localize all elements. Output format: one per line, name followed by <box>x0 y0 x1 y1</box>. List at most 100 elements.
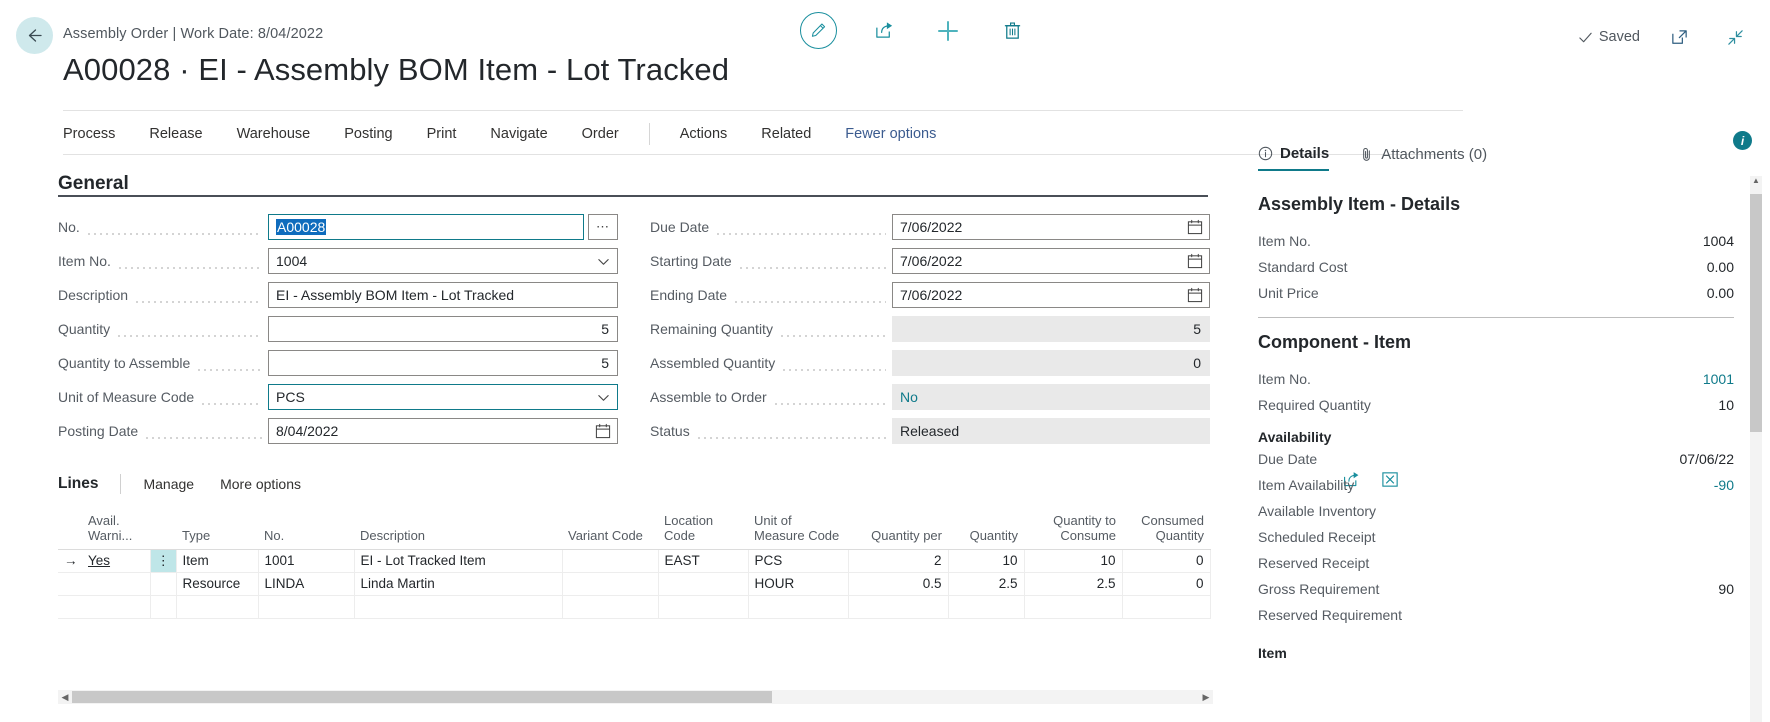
detail-value-link[interactable]: -90 <box>1714 477 1734 493</box>
table-row[interactable]: → Yes ⋮ Item 1001 EI - Lot Tracked Item … <box>58 549 1211 573</box>
tab-attachments[interactable]: Attachments (0) <box>1359 146 1487 170</box>
cell-quantity-per[interactable]: 2 <box>848 549 949 573</box>
cell-avail-warning[interactable] <box>82 595 151 619</box>
scroll-thumb[interactable] <box>72 691 772 703</box>
no-lookup-button[interactable]: ⋯ <box>588 214 618 240</box>
calendar-icon[interactable] <box>1187 287 1203 303</box>
lines-table: Avail. Warni... Type No. Description Var… <box>58 503 1211 619</box>
cell-description[interactable]: EI - Lot Tracked Item <box>354 549 563 573</box>
edit-button[interactable] <box>800 12 837 49</box>
cell-uom[interactable]: HOUR <box>748 572 849 596</box>
cell-description[interactable]: Linda Martin <box>354 572 563 596</box>
dot-leader <box>778 327 886 341</box>
menu-item-release[interactable]: Release <box>132 126 219 142</box>
cell-uom[interactable]: PCS <box>748 549 849 573</box>
dot-leader <box>144 429 262 443</box>
cell-location-code[interactable]: EAST <box>658 549 749 573</box>
item-no-input[interactable]: 1004 <box>268 248 618 274</box>
collapse-button[interactable] <box>1718 20 1752 54</box>
detail-value-link[interactable]: 1001 <box>1703 371 1734 387</box>
item-section-title: Item <box>1258 645 1287 661</box>
details-pane-scrollbar[interactable]: ▲ <box>1750 176 1762 722</box>
scroll-right-arrow[interactable]: ▶ <box>1199 692 1213 703</box>
starting-date-input[interactable]: 7/06/2022 <box>892 248 1210 274</box>
menu-item-order[interactable]: Order <box>565 126 636 142</box>
scroll-left-arrow[interactable]: ◀ <box>58 692 72 703</box>
cell-location-code[interactable] <box>658 595 749 619</box>
no-input[interactable]: A00028 <box>268 214 584 240</box>
due-date-input[interactable]: 7/06/2022 <box>892 214 1210 240</box>
cell-description[interactable] <box>354 595 563 619</box>
table-row[interactable] <box>58 595 1211 619</box>
remaining-quantity-value-box: 5 <box>892 316 1210 342</box>
col-quantity: Quantity <box>948 503 1024 550</box>
menu-item-warehouse[interactable]: Warehouse <box>220 126 328 142</box>
lines-manage-button[interactable]: Manage <box>143 476 194 492</box>
cell-quantity-per[interactable]: 0.5 <box>848 572 949 596</box>
assembly-order-page: Assembly Order | Work Date: 8/04/2022 Sa… <box>0 0 1770 722</box>
details-pane: Details Attachments (0) Assembly Item - … <box>1250 140 1770 722</box>
cell-quantity[interactable] <box>948 595 1025 619</box>
cell-uom[interactable] <box>748 595 849 619</box>
menu-item-posting[interactable]: Posting <box>327 126 409 142</box>
open-in-new-window-button[interactable] <box>1662 20 1696 54</box>
unit-of-measure-code-input[interactable]: PCS <box>268 384 618 410</box>
cell-quantity-per[interactable] <box>848 595 949 619</box>
chevron-down-icon <box>598 259 609 265</box>
description-input[interactable]: EI - Assembly BOM Item - Lot Tracked <box>268 282 618 308</box>
share-button[interactable] <box>867 14 901 48</box>
cell-type[interactable]: Resource <box>176 572 259 596</box>
lines-horizontal-scrollbar[interactable]: ◀ ▶ <box>58 690 1213 704</box>
cell-type[interactable] <box>176 595 259 619</box>
new-button[interactable] <box>931 14 965 48</box>
scroll-thumb[interactable] <box>1750 194 1762 432</box>
menu-item-actions[interactable]: Actions <box>663 126 745 142</box>
avail-warning-link[interactable]: Yes <box>88 553 110 568</box>
ending-date-input[interactable]: 7/06/2022 <box>892 282 1210 308</box>
cell-consumed-quantity[interactable]: 0 <box>1122 572 1211 596</box>
cell-location-code[interactable] <box>658 572 749 596</box>
quantity-to-assemble-input[interactable]: 5 <box>268 350 618 376</box>
calendar-icon[interactable] <box>1187 253 1203 269</box>
detail-key: Item No. <box>1258 371 1311 387</box>
menu-item-print[interactable]: Print <box>410 126 474 142</box>
scroll-track[interactable] <box>72 690 1199 704</box>
availability-row-item-availability: Item Availability -90 <box>1258 475 1734 495</box>
calendar-icon[interactable] <box>1187 219 1203 235</box>
cell-quantity[interactable]: 10 <box>948 549 1025 573</box>
cell-variant-code[interactable] <box>562 595 659 619</box>
row-menu-button[interactable] <box>150 595 177 619</box>
lines-more-options-button[interactable]: More options <box>220 476 301 492</box>
posting-date-input[interactable]: 8/04/2022 <box>268 418 618 444</box>
control-posting-date: 8/04/2022 <box>268 418 618 444</box>
table-row[interactable]: Resource LINDA Linda Martin HOUR 0.5 2.5… <box>58 572 1211 596</box>
cell-consumed-quantity[interactable] <box>1122 595 1211 619</box>
menu-item-process[interactable]: Process <box>63 126 132 142</box>
col-consumed-line1: Consumed <box>1141 512 1204 528</box>
quantity-to-assemble-value: 5 <box>601 355 609 371</box>
cell-variant-code[interactable] <box>562 549 659 573</box>
calendar-icon[interactable] <box>595 423 611 439</box>
menu-item-fewer-options[interactable]: Fewer options <box>828 126 953 142</box>
cell-type[interactable]: Item <box>176 549 259 573</box>
back-button[interactable] <box>16 17 53 54</box>
cell-avail-warning[interactable] <box>82 572 151 596</box>
scroll-up-arrow[interactable]: ▲ <box>1750 176 1762 185</box>
tab-details[interactable]: Details <box>1258 145 1330 171</box>
cell-variant-code[interactable] <box>562 572 659 596</box>
row-menu-button[interactable] <box>150 572 177 596</box>
row-menu-button[interactable]: ⋮ <box>150 549 177 573</box>
cell-no[interactable]: LINDA <box>258 572 355 596</box>
cell-consumed-quantity[interactable]: 0 <box>1122 549 1211 573</box>
cell-quantity-to-consume[interactable]: 10 <box>1024 549 1123 573</box>
menu-item-navigate[interactable]: Navigate <box>473 126 564 142</box>
cell-avail-warning[interactable]: Yes <box>82 549 151 573</box>
cell-quantity-to-consume[interactable] <box>1024 595 1123 619</box>
quantity-input[interactable]: 5 <box>268 316 618 342</box>
cell-quantity-to-consume[interactable]: 2.5 <box>1024 572 1123 596</box>
menu-item-related[interactable]: Related <box>744 126 828 142</box>
cell-no[interactable] <box>258 595 355 619</box>
delete-button[interactable] <box>995 14 1029 48</box>
cell-no[interactable]: 1001 <box>258 549 355 573</box>
cell-quantity[interactable]: 2.5 <box>948 572 1025 596</box>
